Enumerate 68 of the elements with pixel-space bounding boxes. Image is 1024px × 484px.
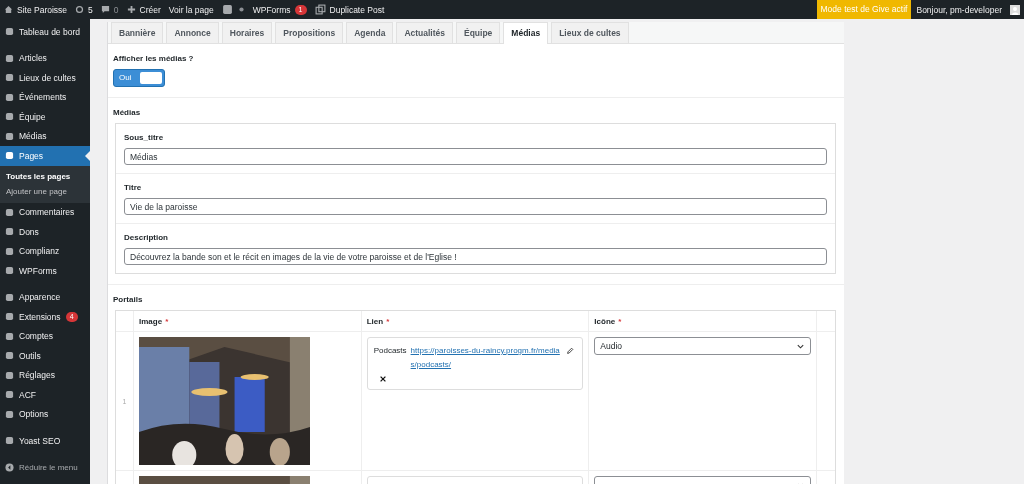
menu-item[interactable]: Options [0,404,90,424]
account-link[interactable]: Bonjour, pm-developer [911,0,1024,19]
required-mark: * [618,316,622,326]
home-icon [4,5,13,14]
wpforms-link[interactable]: WPForms [252,0,291,19]
tab[interactable]: Annonce [166,22,219,43]
menu-icon [5,27,14,37]
column-header: Lien [366,316,384,326]
group-label: Médias [113,108,142,117]
menu-item[interactable]: Équipe [0,107,90,127]
text-field[interactable]: Découvrez la bande son et le récit en images de la vie de votre paroisse et de l'Eglise ! [124,248,827,265]
submenu-item[interactable]: Ajouter une page [0,183,90,199]
tab[interactable]: Lieux de cultes [551,22,629,43]
tab[interactable]: Agenda [346,22,394,43]
tab[interactable]: Propositions [275,22,344,43]
text-field[interactable]: Vie de la paroisse [124,198,827,215]
tab[interactable]: Équipe [456,22,501,43]
status-dot-icon [237,6,245,13]
tab[interactable]: Actualités [396,22,453,43]
required-mark: * [165,316,169,326]
view-page-link[interactable]: Voir la page [168,0,214,19]
menu-item[interactable]: Dons [0,222,90,242]
duplicate-post-link[interactable]: Duplicate Post [314,0,385,19]
menu-item[interactable]: Yoast SEO [0,431,90,451]
menu-item[interactable]: Complianz [0,241,90,261]
avatar-icon [1010,4,1020,15]
menu-item[interactable]: Médias [0,126,90,146]
create-link[interactable]: Créer [126,0,161,19]
refresh-icon [75,5,85,14]
repeater-label: Portails [113,295,144,304]
menu-item[interactable]: Pages [0,146,90,166]
field-label: Titre [124,183,143,192]
tab[interactable]: Horaires [221,22,273,43]
menu-item[interactable]: Articles [0,48,90,68]
menu-item[interactable]: Événements [0,87,90,107]
menu-item[interactable]: ACF [0,385,90,405]
comment-icon [100,5,110,14]
copy-icon [314,4,326,15]
edit-icon[interactable] [565,346,574,355]
menu-item[interactable]: Comptes [0,326,90,346]
link-url[interactable]: https://paroisses-du-raincy.progm.fr/medias/podcasts/ [410,344,561,372]
collapse-menu-button[interactable]: Réduire le menu [0,457,90,477]
menu-item[interactable]: WPForms [0,261,90,281]
comments-link[interactable]: 0 [100,0,119,19]
close-icon[interactable] [378,374,387,383]
site-link[interactable]: Site Paroisse [4,0,68,19]
menu-item[interactable]: Apparence [0,287,90,307]
field-label: Sous_titre [124,133,165,142]
column-header: Icône [594,316,616,326]
column-header: Image [139,316,163,326]
plus-icon [126,5,136,14]
menu-item[interactable]: Réglages [0,365,90,385]
collapse-icon [5,462,14,472]
menu-item[interactable]: Tableau de bord [0,22,90,42]
menu-item[interactable]: Commentaires [0,202,90,222]
icon-select[interactable]: Audio [594,337,811,355]
field-label: Afficher les médias ? [113,54,195,63]
link-title: Podcasts [373,346,407,355]
tab[interactable]: Bannière [111,22,164,43]
menu-item[interactable]: Outils [0,346,90,366]
menu-icon [5,436,14,446]
text-field[interactable]: Médias [124,148,827,165]
field-label: Description [124,233,169,242]
submenu-item[interactable]: Toutes les pages [0,168,90,184]
required-mark: * [386,316,390,326]
updates-link[interactable]: 5 [75,0,93,19]
menu-item[interactable]: Lieux de cultes [0,68,90,88]
tab[interactable]: Médias [503,22,549,44]
